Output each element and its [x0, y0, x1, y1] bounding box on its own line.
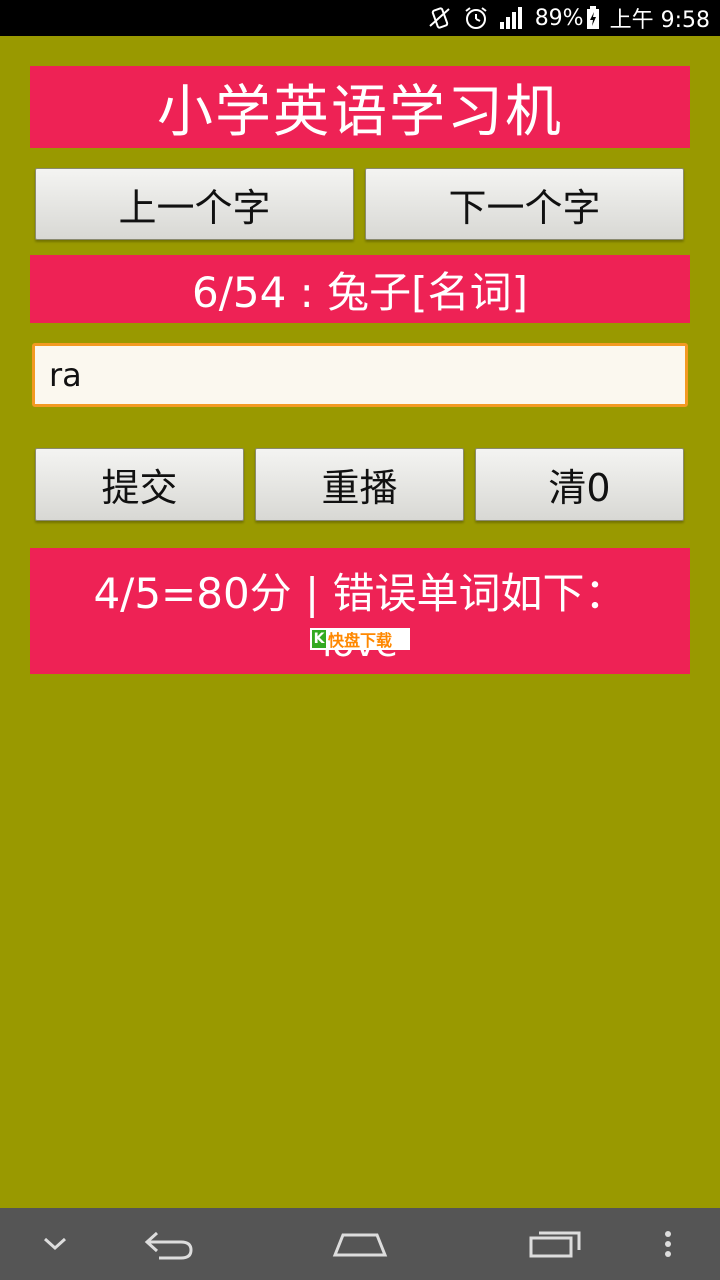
recent-apps-icon[interactable] — [510, 1208, 600, 1280]
score-summary: 4/5=80分 | 错误单词如下： — [93, 569, 627, 618]
vibrate-icon — [427, 6, 453, 30]
word-info-banner: 6/54 : 兔子[名词] — [30, 255, 690, 323]
result-banner: 4/5=80分 | 错误单词如下： love K 快盘下载 — [30, 548, 690, 674]
back-icon[interactable] — [125, 1208, 215, 1280]
watermark-logo: K 快盘下载 — [310, 628, 410, 650]
home-icon[interactable] — [315, 1208, 405, 1280]
menu-icon[interactable] — [640, 1208, 696, 1280]
replay-button[interactable]: 重播 — [255, 448, 464, 521]
hide-keyboard-icon[interactable] — [20, 1208, 90, 1280]
battery-charging-icon — [586, 6, 600, 30]
signal-icon — [499, 6, 525, 30]
previous-word-button[interactable]: 上一个字 — [35, 168, 354, 240]
clear-button[interactable]: 清0 — [475, 448, 684, 521]
alarm-icon — [463, 6, 489, 30]
watermark-text: 快盘下载 — [328, 631, 393, 650]
app-title: 小学英语学习机 — [30, 66, 690, 148]
app-content: 小学英语学习机 上一个字 下一个字 6/54 : 兔子[名词] 提交 重播 清0… — [0, 36, 720, 1208]
submit-button[interactable]: 提交 — [35, 448, 244, 521]
navigation-bar — [0, 1208, 720, 1280]
answer-input[interactable] — [32, 343, 688, 407]
battery-percent: 89% — [534, 5, 584, 31]
status-bar: 89% 上午 9:58 — [0, 0, 720, 36]
clock: 上午 9:58 — [609, 8, 710, 33]
watermark-k-icon: K — [312, 630, 326, 648]
next-word-button[interactable]: 下一个字 — [365, 168, 684, 240]
